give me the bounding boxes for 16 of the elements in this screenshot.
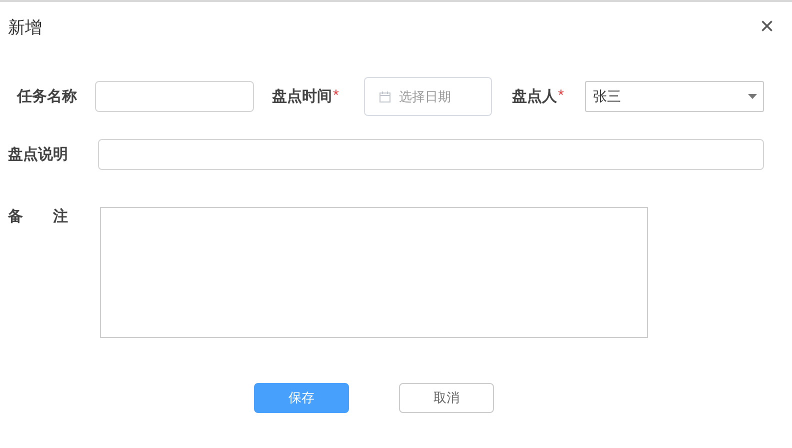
text-field[interactable] — [95, 81, 254, 112]
field-label: 盘点说明 — [8, 145, 68, 164]
close-button[interactable]: × — [760, 15, 774, 39]
person-select[interactable]: 张三 — [585, 81, 764, 112]
field-label: 任务名称 — [17, 87, 77, 106]
dialog-title: 新增 — [8, 16, 42, 38]
required-mark: * — [558, 87, 564, 104]
field-label: 盘点时间 — [272, 87, 332, 106]
required-mark: * — [333, 87, 339, 104]
field-label: 备 注 — [8, 207, 68, 226]
remarks-field[interactable] — [100, 207, 648, 338]
calendar-icon — [379, 90, 391, 102]
cancel-button[interactable]: 取消 — [399, 383, 494, 413]
description-field[interactable] — [98, 139, 764, 170]
caret-icon — [748, 94, 757, 99]
field-label: 盘点人 — [512, 87, 557, 106]
